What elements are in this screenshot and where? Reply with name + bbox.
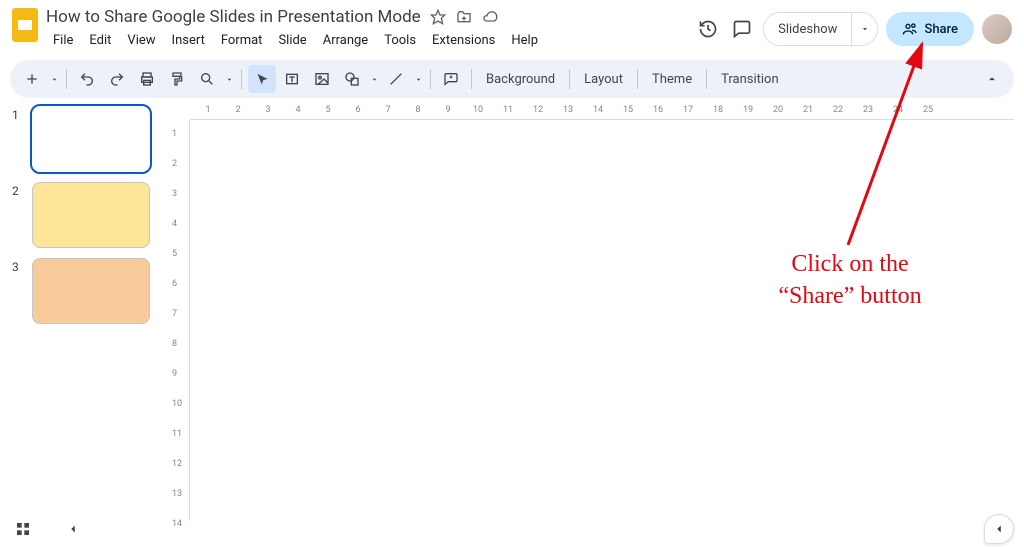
history-icon[interactable] xyxy=(695,16,721,42)
menu-edit[interactable]: Edit xyxy=(82,30,118,51)
menu-insert[interactable]: Insert xyxy=(165,30,212,51)
people-icon xyxy=(902,21,918,37)
slide-canvas[interactable] xyxy=(198,126,1004,513)
select-tool[interactable] xyxy=(248,65,276,93)
share-button[interactable]: Share xyxy=(886,12,974,46)
new-slide-dropdown[interactable] xyxy=(48,65,60,93)
menu-view[interactable]: View xyxy=(120,30,162,51)
menu-extensions[interactable]: Extensions xyxy=(425,30,502,51)
cloud-saved-icon[interactable] xyxy=(481,8,499,26)
theme-button[interactable]: Theme xyxy=(644,65,700,93)
slides-logo[interactable] xyxy=(12,8,38,42)
workspace: 1 2 3 123456789101112131415161718192021222… xyxy=(0,102,1024,521)
ruler-horizontal: 1234567891011121314151617181920212223242… xyxy=(190,102,1014,120)
header: How to Share Google Slides in Presentati… xyxy=(0,0,1024,56)
line-tool[interactable] xyxy=(382,65,410,93)
slide-thumb-1[interactable]: 1 xyxy=(12,106,156,172)
menubar: FileEditViewInsertFormatSlideArrangeTool… xyxy=(46,30,545,51)
zoom-button[interactable] xyxy=(193,65,221,93)
paint-format-button[interactable] xyxy=(163,65,191,93)
slideshow-button[interactable]: Slideshow xyxy=(764,13,851,45)
header-right: Slideshow Share xyxy=(695,12,1012,46)
line-dropdown[interactable] xyxy=(412,65,424,93)
textbox-tool[interactable] xyxy=(278,65,306,93)
account-avatar[interactable] xyxy=(982,14,1012,44)
new-slide-button[interactable] xyxy=(18,65,46,93)
undo-button[interactable] xyxy=(73,65,101,93)
explore-button[interactable] xyxy=(984,514,1014,544)
share-button-label: Share xyxy=(924,22,958,37)
menu-tools[interactable]: Tools xyxy=(377,30,423,51)
transition-button[interactable]: Transition xyxy=(713,65,787,93)
shape-dropdown[interactable] xyxy=(368,65,380,93)
slideshow-dropdown[interactable] xyxy=(851,13,877,45)
move-icon[interactable] xyxy=(455,8,473,26)
menu-arrange[interactable]: Arrange xyxy=(316,30,375,51)
menu-file[interactable]: File xyxy=(46,30,80,51)
grid-view-button[interactable] xyxy=(10,516,36,542)
footer xyxy=(10,517,1014,541)
shape-tool[interactable] xyxy=(338,65,366,93)
layout-button[interactable]: Layout xyxy=(576,65,631,93)
comments-icon[interactable] xyxy=(729,16,755,42)
background-button[interactable]: Background xyxy=(478,65,563,93)
prev-slide-button[interactable] xyxy=(60,516,86,542)
slide-preview[interactable] xyxy=(32,182,150,248)
slide-number: 3 xyxy=(12,258,26,274)
redo-button[interactable] xyxy=(103,65,131,93)
panel-resize-handle[interactable] xyxy=(160,102,168,521)
comment-button[interactable] xyxy=(437,65,465,93)
menu-format[interactable]: Format xyxy=(214,30,270,51)
canvas-area: 1234567891011121314151617181920212223242… xyxy=(168,102,1024,521)
zoom-dropdown[interactable] xyxy=(223,65,235,93)
slideshow-group: Slideshow xyxy=(763,12,878,46)
image-tool[interactable] xyxy=(308,65,336,93)
title-area: How to Share Google Slides in Presentati… xyxy=(46,6,545,51)
document-title[interactable]: How to Share Google Slides in Presentati… xyxy=(46,7,421,27)
slide-thumb-2[interactable]: 2 xyxy=(12,182,156,248)
print-button[interactable] xyxy=(133,65,161,93)
menu-slide[interactable]: Slide xyxy=(271,30,313,51)
collapse-toolbar-button[interactable] xyxy=(978,65,1006,93)
slide-preview[interactable] xyxy=(32,106,150,172)
slides-panel[interactable]: 1 2 3 xyxy=(0,102,160,521)
ruler-vertical: 1234567891011121314 xyxy=(168,120,190,521)
toolbar: Background Layout Theme Transition xyxy=(10,60,1014,98)
slide-number: 2 xyxy=(12,182,26,198)
menu-help[interactable]: Help xyxy=(504,30,545,51)
slide-thumb-3[interactable]: 3 xyxy=(12,258,156,324)
slide-preview[interactable] xyxy=(32,258,150,324)
star-icon[interactable] xyxy=(429,8,447,26)
slide-number: 1 xyxy=(12,106,26,122)
